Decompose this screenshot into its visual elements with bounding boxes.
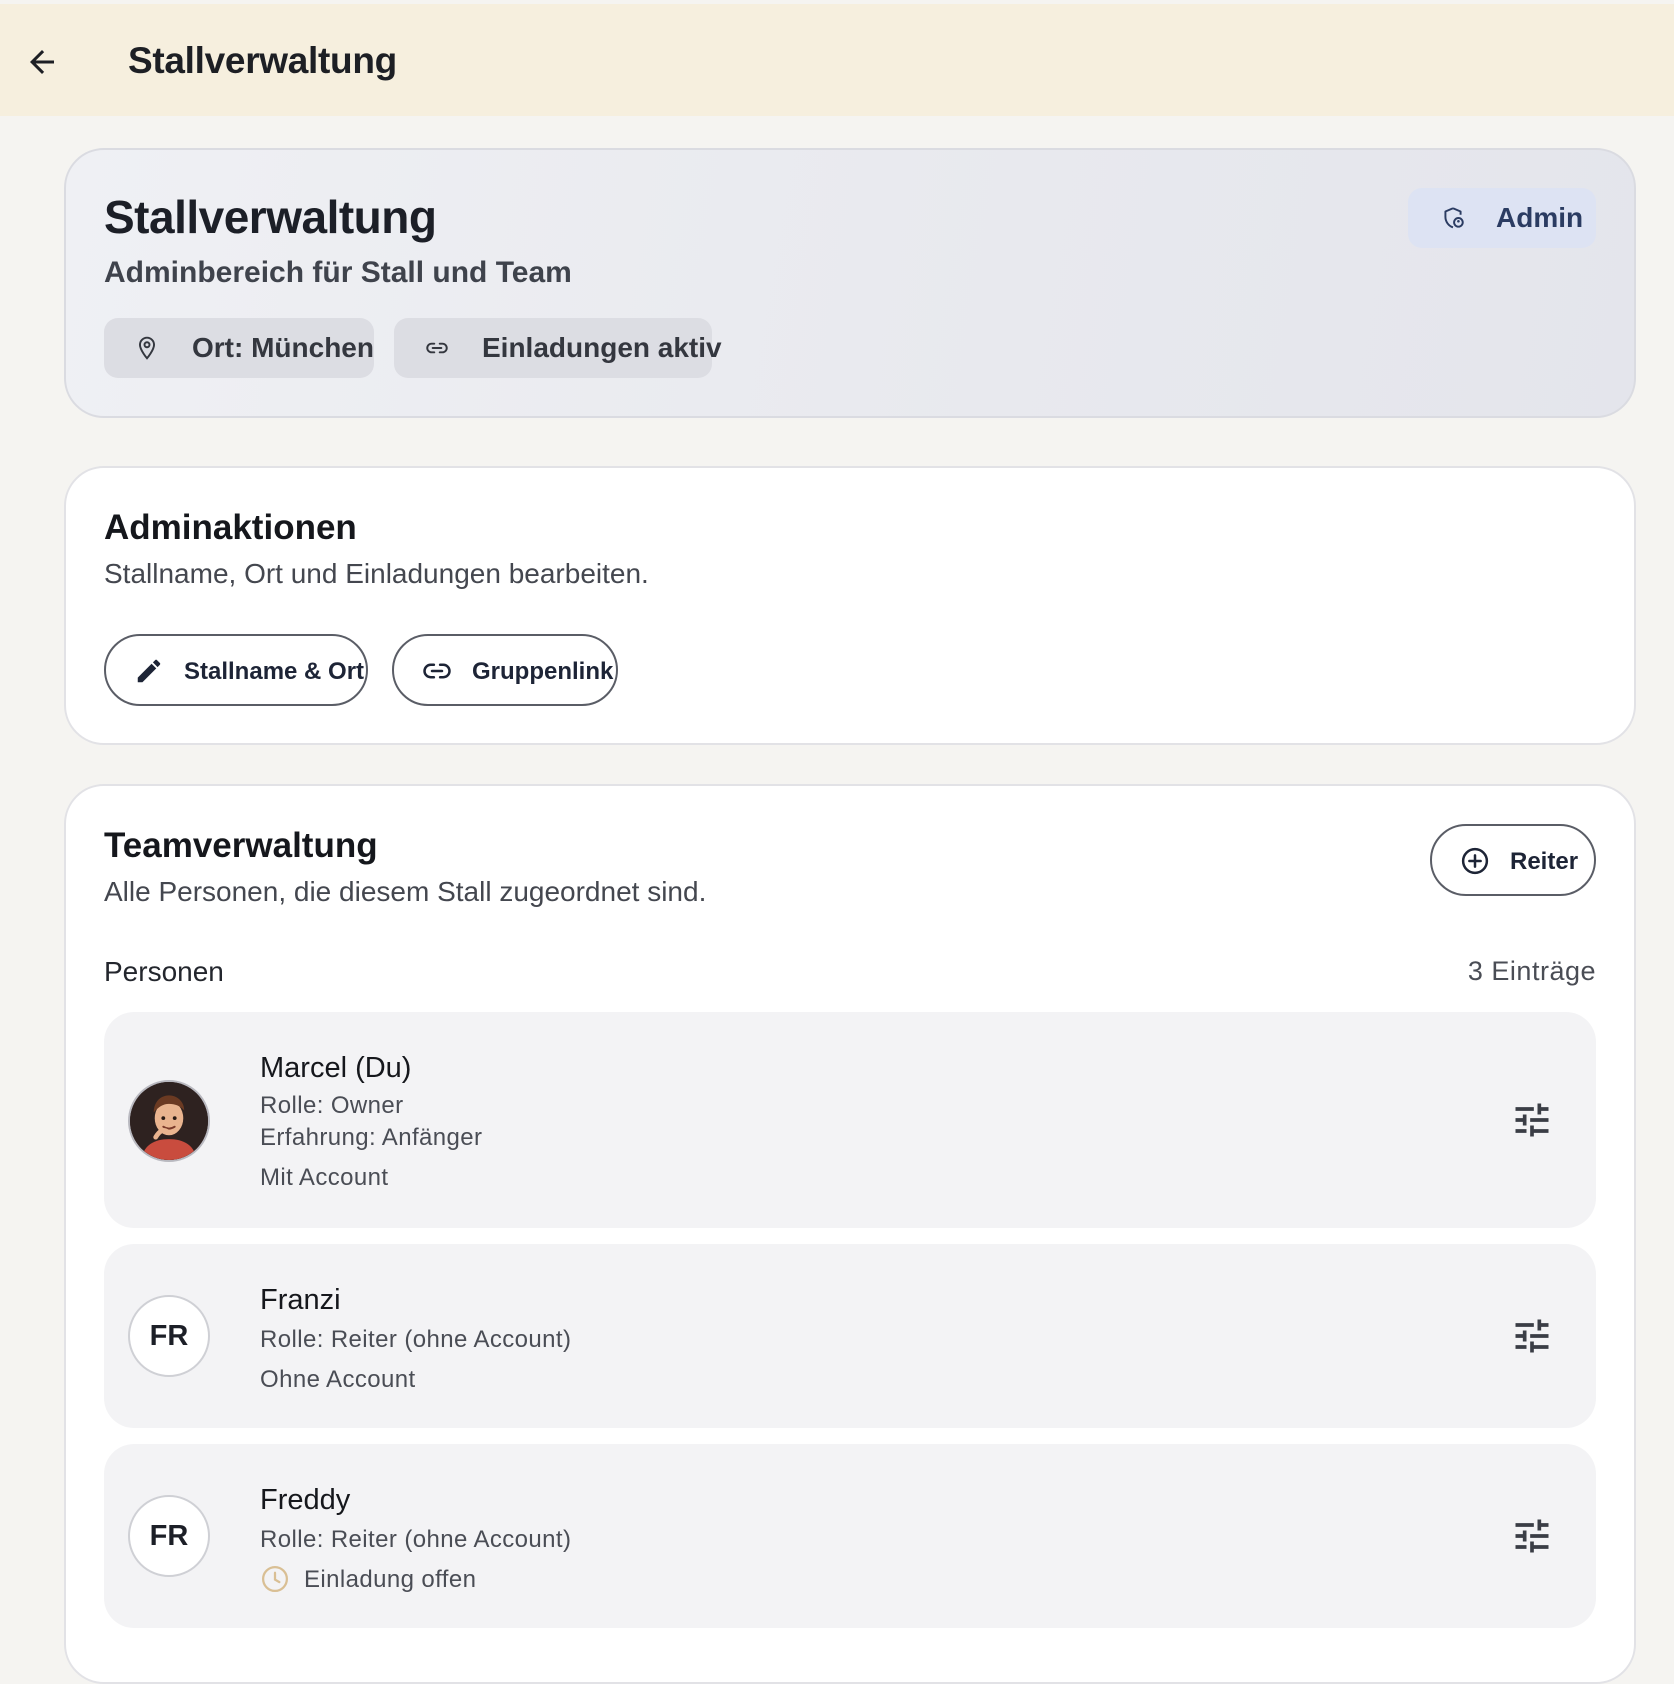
people-count: 3 Einträge	[1467, 956, 1596, 986]
add-rider-button-label: Reiter	[1510, 848, 1579, 875]
edit-stable-button[interactable]: Stallname & Ort	[104, 634, 368, 706]
person-name: Marcel (Du)	[260, 1052, 412, 1084]
person-invite-status: Einladung offen	[304, 1566, 477, 1593]
edit-stable-button-label: Stallname & Ort	[184, 658, 365, 685]
add-rider-button[interactable]: Reiter	[1430, 824, 1596, 896]
group-link-button[interactable]: Gruppenlink	[392, 634, 618, 706]
person-name: Franzi	[260, 1284, 341, 1316]
team-subtitle: Alle Personen, die diesem Stall zugeordn…	[104, 876, 707, 907]
avatar	[128, 1080, 210, 1162]
person-row[interactable]: FR Freddy Rolle: Reiter (ohne Account) E…	[104, 1444, 1596, 1628]
hero-card: Stallverwaltung Adminbereich für Stall u…	[64, 148, 1636, 418]
person-role: Rolle: Reiter (ohne Account)	[260, 1326, 572, 1353]
team-title: Teamverwaltung	[104, 826, 378, 865]
group-link-button-label: Gruppenlink	[472, 658, 614, 685]
add-circle-icon	[1461, 847, 1489, 875]
avatar-photo	[130, 1082, 208, 1160]
tune-icon	[1515, 1319, 1549, 1353]
admin-actions-subtitle: Stallname, Ort und Einladungen bearbeite…	[104, 558, 649, 589]
link-icon	[426, 342, 448, 354]
avatar-initials: FR	[149, 1319, 189, 1352]
page-subtitle: Adminbereich für Stall und Team	[104, 256, 572, 289]
person-role: Rolle: Reiter (ohne Account)	[260, 1526, 572, 1553]
location-chip: Ort: München	[104, 318, 374, 378]
people-list-label: Personen	[104, 956, 224, 987]
location-pin-icon	[138, 336, 156, 360]
link-icon	[423, 663, 451, 679]
person-row[interactable]: FR Franzi Rolle: Reiter (ohne Account) O…	[104, 1244, 1596, 1428]
tune-icon	[1515, 1519, 1549, 1553]
person-name: Freddy	[260, 1484, 351, 1516]
shield-person-icon	[1444, 207, 1464, 229]
admin-actions-title: Adminaktionen	[104, 508, 357, 547]
admin-badge: Admin	[1408, 188, 1596, 248]
person-settings-button[interactable]	[1504, 1308, 1560, 1364]
page-title: Stallverwaltung	[104, 191, 437, 243]
person-row[interactable]: Marcel (Du) Rolle: Owner Erfahrung: Anfä…	[104, 1012, 1596, 1228]
person-account-status: Mit Account	[260, 1164, 389, 1191]
invites-chip: Einladungen aktiv	[394, 318, 722, 378]
invites-chip-label: Einladungen aktiv	[482, 332, 722, 363]
admin-badge-label: Admin	[1496, 202, 1584, 233]
person-settings-button[interactable]	[1504, 1508, 1560, 1564]
tune-icon	[1515, 1103, 1549, 1137]
person-settings-button[interactable]	[1504, 1092, 1560, 1148]
person-account-status: Ohne Account	[260, 1366, 416, 1393]
admin-actions-card: Adminaktionen Stallname, Ort und Einladu…	[64, 466, 1636, 745]
person-experience: Erfahrung: Anfänger	[260, 1124, 483, 1151]
person-role: Rolle: Owner	[260, 1092, 404, 1119]
back-button[interactable]	[18, 38, 66, 86]
avatar: FR	[128, 1295, 210, 1377]
pencil-icon	[137, 659, 161, 683]
location-chip-label: Ort: München	[192, 332, 374, 363]
avatar-initials: FR	[149, 1519, 189, 1552]
avatar: FR	[128, 1495, 210, 1577]
clock-icon	[262, 1566, 288, 1592]
team-card: Teamverwaltung Alle Personen, die diesem…	[64, 784, 1636, 1684]
app-bar-title: Stallverwaltung	[128, 40, 397, 81]
app-bar: Stallverwaltung	[0, 4, 1674, 116]
arrow-left-icon	[30, 50, 54, 74]
